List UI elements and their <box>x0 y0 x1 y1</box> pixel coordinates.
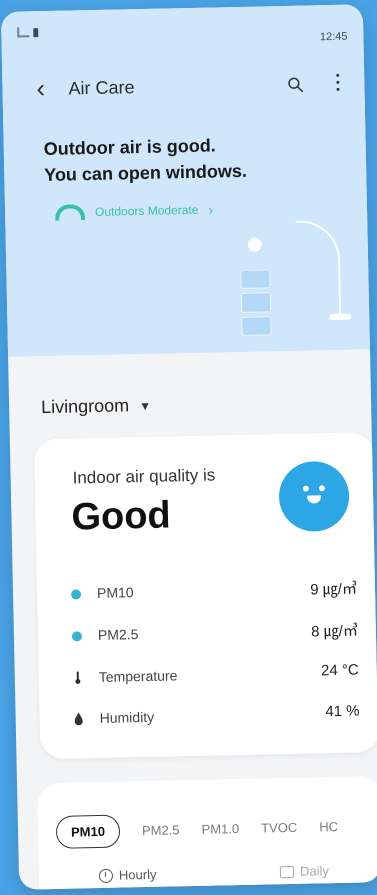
tab-pm10[interactable]: PM10 <box>55 814 121 849</box>
tab-pm25[interactable]: PM2.5 <box>142 822 180 838</box>
metric-humidity: Humidity 41 % <box>69 702 360 733</box>
air-gauge-icon <box>54 204 86 221</box>
phone-screen: 12:45 ‹ Air Care Outdoor air is good. Yo… <box>0 4 377 890</box>
tab-daily-label: Daily <box>299 863 330 879</box>
metric-label: Temperature <box>98 667 178 685</box>
droplet-icon <box>74 712 83 726</box>
outdoor-status-link[interactable]: Outdoors Moderate › <box>54 197 214 224</box>
time-range-tabs: Hourly Daily <box>98 863 330 883</box>
metric-label: Humidity <box>99 708 155 726</box>
hero-section: 12:45 ‹ Air Care Outdoor air is good. Yo… <box>0 4 370 357</box>
tab-hc[interactable]: HC <box>319 819 338 834</box>
tab-tvoc[interactable]: TVOC <box>261 819 297 835</box>
dot-icon <box>70 589 82 600</box>
clock-icon <box>98 868 114 883</box>
room-selected: Livingroom <box>40 395 130 418</box>
metric-pm10: PM10 9 ㎍/㎥ <box>67 578 357 608</box>
room-illustration <box>219 210 352 342</box>
tab-daily[interactable]: Daily <box>279 863 330 879</box>
metric-temperature: Temperature 24 °C <box>69 662 359 692</box>
tab-hourly-label: Hourly <box>118 866 157 883</box>
status-time: 12:45 <box>319 30 348 44</box>
status-bar: 12:45 <box>17 21 348 44</box>
metric-label: PM2.5 <box>97 626 139 643</box>
room-dropdown[interactable]: Livingroom ▼ <box>41 395 151 418</box>
indoor-air-label: Indoor air quality is <box>72 465 216 488</box>
indoor-air-value: Good <box>71 494 172 539</box>
metric-value: 8 ㎍/㎥ <box>311 622 359 641</box>
headline-line-2: You can open windows. <box>44 160 248 186</box>
dot-icon <box>71 631 83 642</box>
tab-hourly[interactable]: Hourly <box>98 866 157 883</box>
smiley-face-icon <box>278 460 350 533</box>
lamp-base <box>329 313 352 321</box>
pollutant-tabs-card: PM10 PM2.5 PM1.0 TVOC HC Hourly Daily <box>37 776 377 890</box>
lamp-stem <box>295 219 342 318</box>
back-icon[interactable]: ‹ <box>36 73 45 103</box>
cabinet <box>240 269 272 336</box>
more-options-icon[interactable] <box>332 73 342 94</box>
metric-label: PM10 <box>96 584 134 601</box>
metric-pm25: PM2.5 8 ㎍/㎥ <box>68 620 358 650</box>
indoor-air-card: Indoor air quality is Good PM10 9 ㎍/㎥ PM… <box>33 432 377 760</box>
thermometer-icon <box>75 671 81 684</box>
metric-value: 41 % <box>325 702 360 721</box>
pollutant-tabs: PM10 PM2.5 PM1.0 TVOC HC <box>55 808 377 849</box>
app-bar: ‹ Air Care <box>36 69 347 105</box>
search-icon[interactable] <box>286 76 304 94</box>
metric-value: 9 ㎍/㎥ <box>310 580 358 599</box>
metric-value: 24 °C <box>320 661 359 680</box>
outdoor-status-text: Outdoors Moderate <box>94 202 199 219</box>
chevron-right-icon: › <box>208 201 214 218</box>
signal-icon <box>17 27 30 38</box>
page-title: Air Care <box>68 77 135 99</box>
caret-down-icon: ▼ <box>139 398 152 413</box>
outdoor-headline: Outdoor air is good. You can open window… <box>43 131 304 188</box>
battery-icon <box>33 27 39 37</box>
tab-pm10-small[interactable]: PM1.0 <box>201 821 239 837</box>
calendar-icon <box>279 865 295 878</box>
lamp-head <box>247 237 262 252</box>
